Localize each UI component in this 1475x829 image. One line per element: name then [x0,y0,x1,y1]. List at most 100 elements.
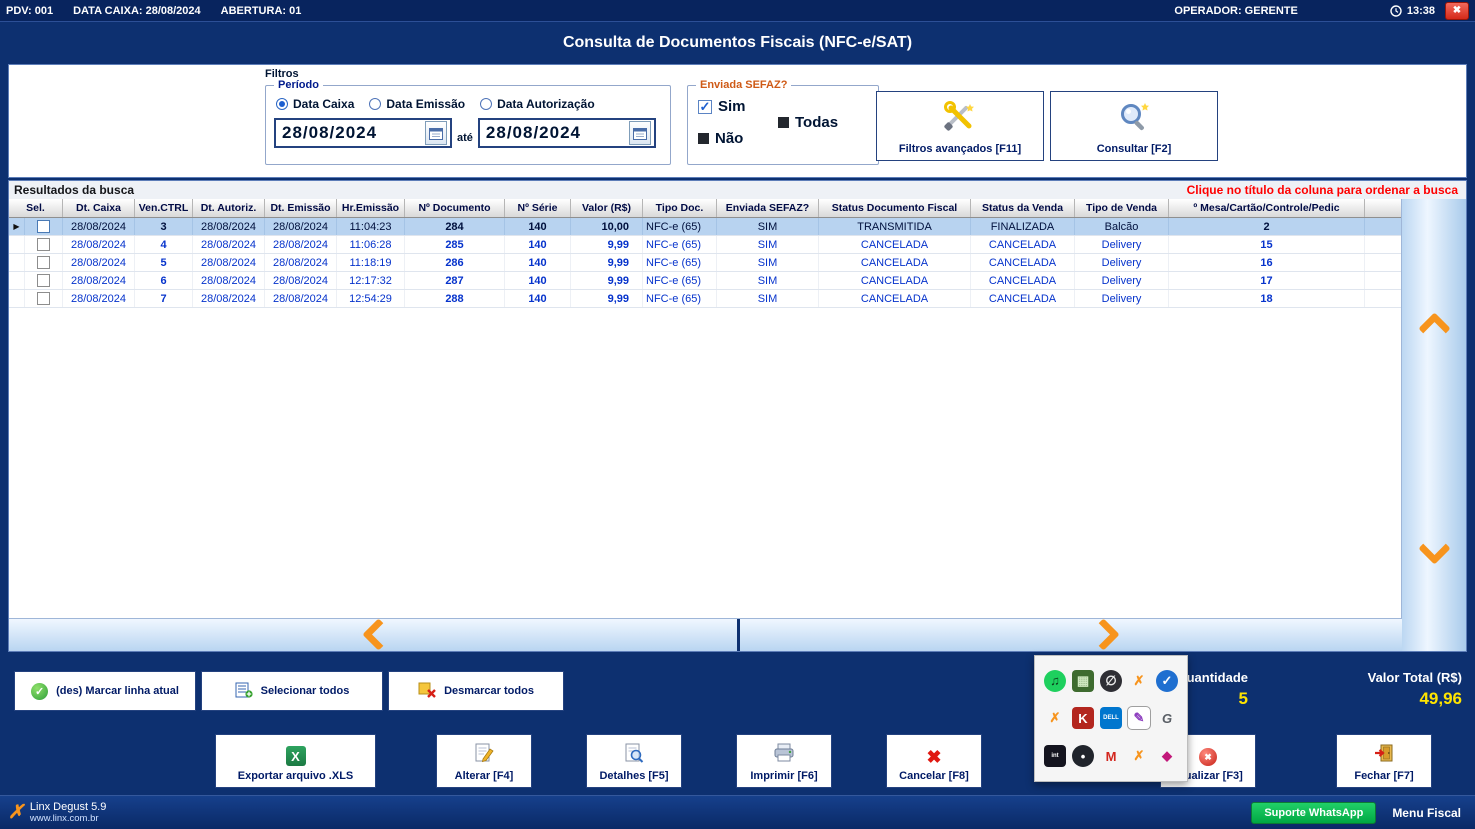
export-xls-button[interactable]: Exportar arquivo .XLS [215,734,376,788]
column-header[interactable]: Dt. Autoriz. [193,199,265,217]
print-button[interactable]: Imprimir [F6] [736,734,832,788]
column-header[interactable]: Enviada SEFAZ? [717,199,819,217]
table-cell: 285 [405,236,505,253]
table-cell: NFC-e (65) [643,272,717,289]
tray-icon-dark-circle[interactable]: • [1072,745,1094,767]
advanced-filters-button[interactable]: Filtros avançados [F11] [876,91,1044,161]
scroll-down-button[interactable] [1418,532,1451,565]
table-cell: 10,00 [571,218,643,235]
column-header[interactable]: Nº Série [505,199,571,217]
radio-dot [369,98,381,110]
table-row[interactable]: 28/08/2024728/08/202428/08/202412:54:292… [9,290,1401,308]
checkbox-box [37,238,50,251]
scroll-up-button[interactable] [1418,312,1451,345]
cancel-button[interactable]: Cancelar [F8] [886,734,982,788]
exit-door-icon [1374,743,1394,766]
checkbox-nao[interactable]: Não [698,130,743,147]
table-cell: CANCELADA [819,290,971,307]
radio-data-emissao[interactable]: Data Emissão [369,97,465,111]
table-cell: CANCELADA [819,236,971,253]
table-cell: 287 [405,272,505,289]
table-cell: 6 [135,272,193,289]
tray-icon-linx-2[interactable]: ✗ [1044,707,1066,729]
table-cell: 11:06:28 [337,236,405,253]
results-label: Resultados da busca [14,183,134,197]
tray-icon-no-entry[interactable]: ∅ [1100,670,1122,692]
tray-icon-dell[interactable]: DELL [1100,707,1122,729]
whatsapp-support-button[interactable]: Suporte WhatsApp [1251,802,1376,824]
tray-icon-green-app[interactable]: ▦ [1072,670,1094,692]
radio-data-caixa[interactable]: Data Caixa [276,97,354,111]
select-all-button[interactable]: Selecionar todos [201,671,383,711]
vertical-scrollbar[interactable] [1402,199,1466,651]
column-header[interactable]: Status da Venda [971,199,1075,217]
table-row[interactable]: ▶28/08/2024328/08/202428/08/202411:04:23… [9,218,1401,236]
tray-icon-g-app[interactable]: G [1156,707,1178,729]
column-header[interactable]: Nº Documento [405,199,505,217]
column-header[interactable]: Hr.Emissão [337,199,405,217]
results-panel: Resultados da busca Clique no título da … [8,180,1467,652]
select-all-icon [235,682,253,701]
table-row[interactable]: 28/08/2024428/08/202428/08/202411:06:282… [9,236,1401,254]
table-cell: 28/08/2024 [265,254,337,271]
checkbox-sim[interactable]: Sim [698,98,746,115]
filters-panel: Filtros Período Data Caixa Data Emissão … [8,64,1467,178]
column-header[interactable]: Sel. [9,199,63,217]
tray-icon-linx-1[interactable]: ✗ [1128,670,1150,692]
checkbox-box [37,274,50,287]
table-cell: 28/08/2024 [265,290,337,307]
tray-icon-pen[interactable]: ✎ [1128,707,1150,729]
table-cell: Delivery [1075,254,1169,271]
column-header[interactable]: Tipo de Venda [1075,199,1169,217]
scroll-right-button[interactable] [1087,618,1120,651]
tray-icon-spotify[interactable]: ♫ [1044,670,1066,692]
column-header[interactable]: º Mesa/Cartão/Controle/Pedic [1169,199,1365,217]
toggle-current-row-button[interactable]: (des) Marcar linha atual [14,671,196,711]
tray-icon-m-app[interactable]: M [1100,745,1122,767]
tray-icon-int[interactable]: int [1044,745,1066,767]
checkbox-label: Não [715,130,743,147]
date-from-input[interactable]: 28/08/2024 [274,118,452,148]
menu-fiscal-button[interactable]: Menu Fiscal [1392,806,1461,820]
table-row[interactable]: 28/08/2024628/08/202428/08/202412:17:322… [9,272,1401,290]
row-select-checkbox[interactable] [25,290,63,307]
row-select-checkbox[interactable] [25,236,63,253]
details-button[interactable]: Detalhes [F5] [586,734,682,788]
details-icon [624,743,644,766]
close-button[interactable] [1445,2,1469,20]
column-header[interactable]: Tipo Doc. [643,199,717,217]
tray-icon-linx-3[interactable]: ✗ [1128,745,1150,767]
unselect-all-button[interactable]: Desmarcar todos [388,671,564,711]
table-cell: 140 [505,290,571,307]
column-header[interactable]: Dt. Caixa [63,199,135,217]
calendar-button-from[interactable] [425,121,447,145]
tray-icon-k-app[interactable]: K [1072,707,1094,729]
table-cell: 28/08/2024 [63,272,135,289]
tray-icon-magenta[interactable]: ◆ [1156,745,1178,767]
radio-data-autorizacao[interactable]: Data Autorização [480,97,595,111]
close-screen-button[interactable]: Fechar [F7] [1336,734,1432,788]
row-select-checkbox[interactable] [25,254,63,271]
table-cell: 9,99 [571,254,643,271]
scroll-left-button[interactable] [362,618,395,651]
column-header[interactable]: Ven.CTRL [135,199,193,217]
table-cell: SIM [717,236,819,253]
table-cell: SIM [717,290,819,307]
table-cell: 9,99 [571,236,643,253]
column-header[interactable]: Status Documento Fiscal [819,199,971,217]
row-select-checkbox[interactable] [25,218,63,235]
checkbox-todas[interactable]: Todas [778,114,838,131]
table-row[interactable]: 28/08/2024528/08/202428/08/202411:18:192… [9,254,1401,272]
column-header[interactable]: Dt. Emissão [265,199,337,217]
row-select-checkbox[interactable] [25,272,63,289]
column-header[interactable]: Valor (R$) [571,199,643,217]
radio-label: Data Autorização [497,97,595,111]
tray-icon-shield[interactable]: ✓ [1156,670,1178,692]
alter-button[interactable]: Alterar [F4] [436,734,532,788]
horizontal-scrollbar[interactable] [9,618,1402,651]
date-to-input[interactable]: 28/08/2024 [478,118,656,148]
consult-button[interactable]: Consultar [F2] [1050,91,1218,161]
calendar-button-to[interactable] [629,121,651,145]
checkbox-box [698,133,709,144]
table-cell: 140 [505,272,571,289]
